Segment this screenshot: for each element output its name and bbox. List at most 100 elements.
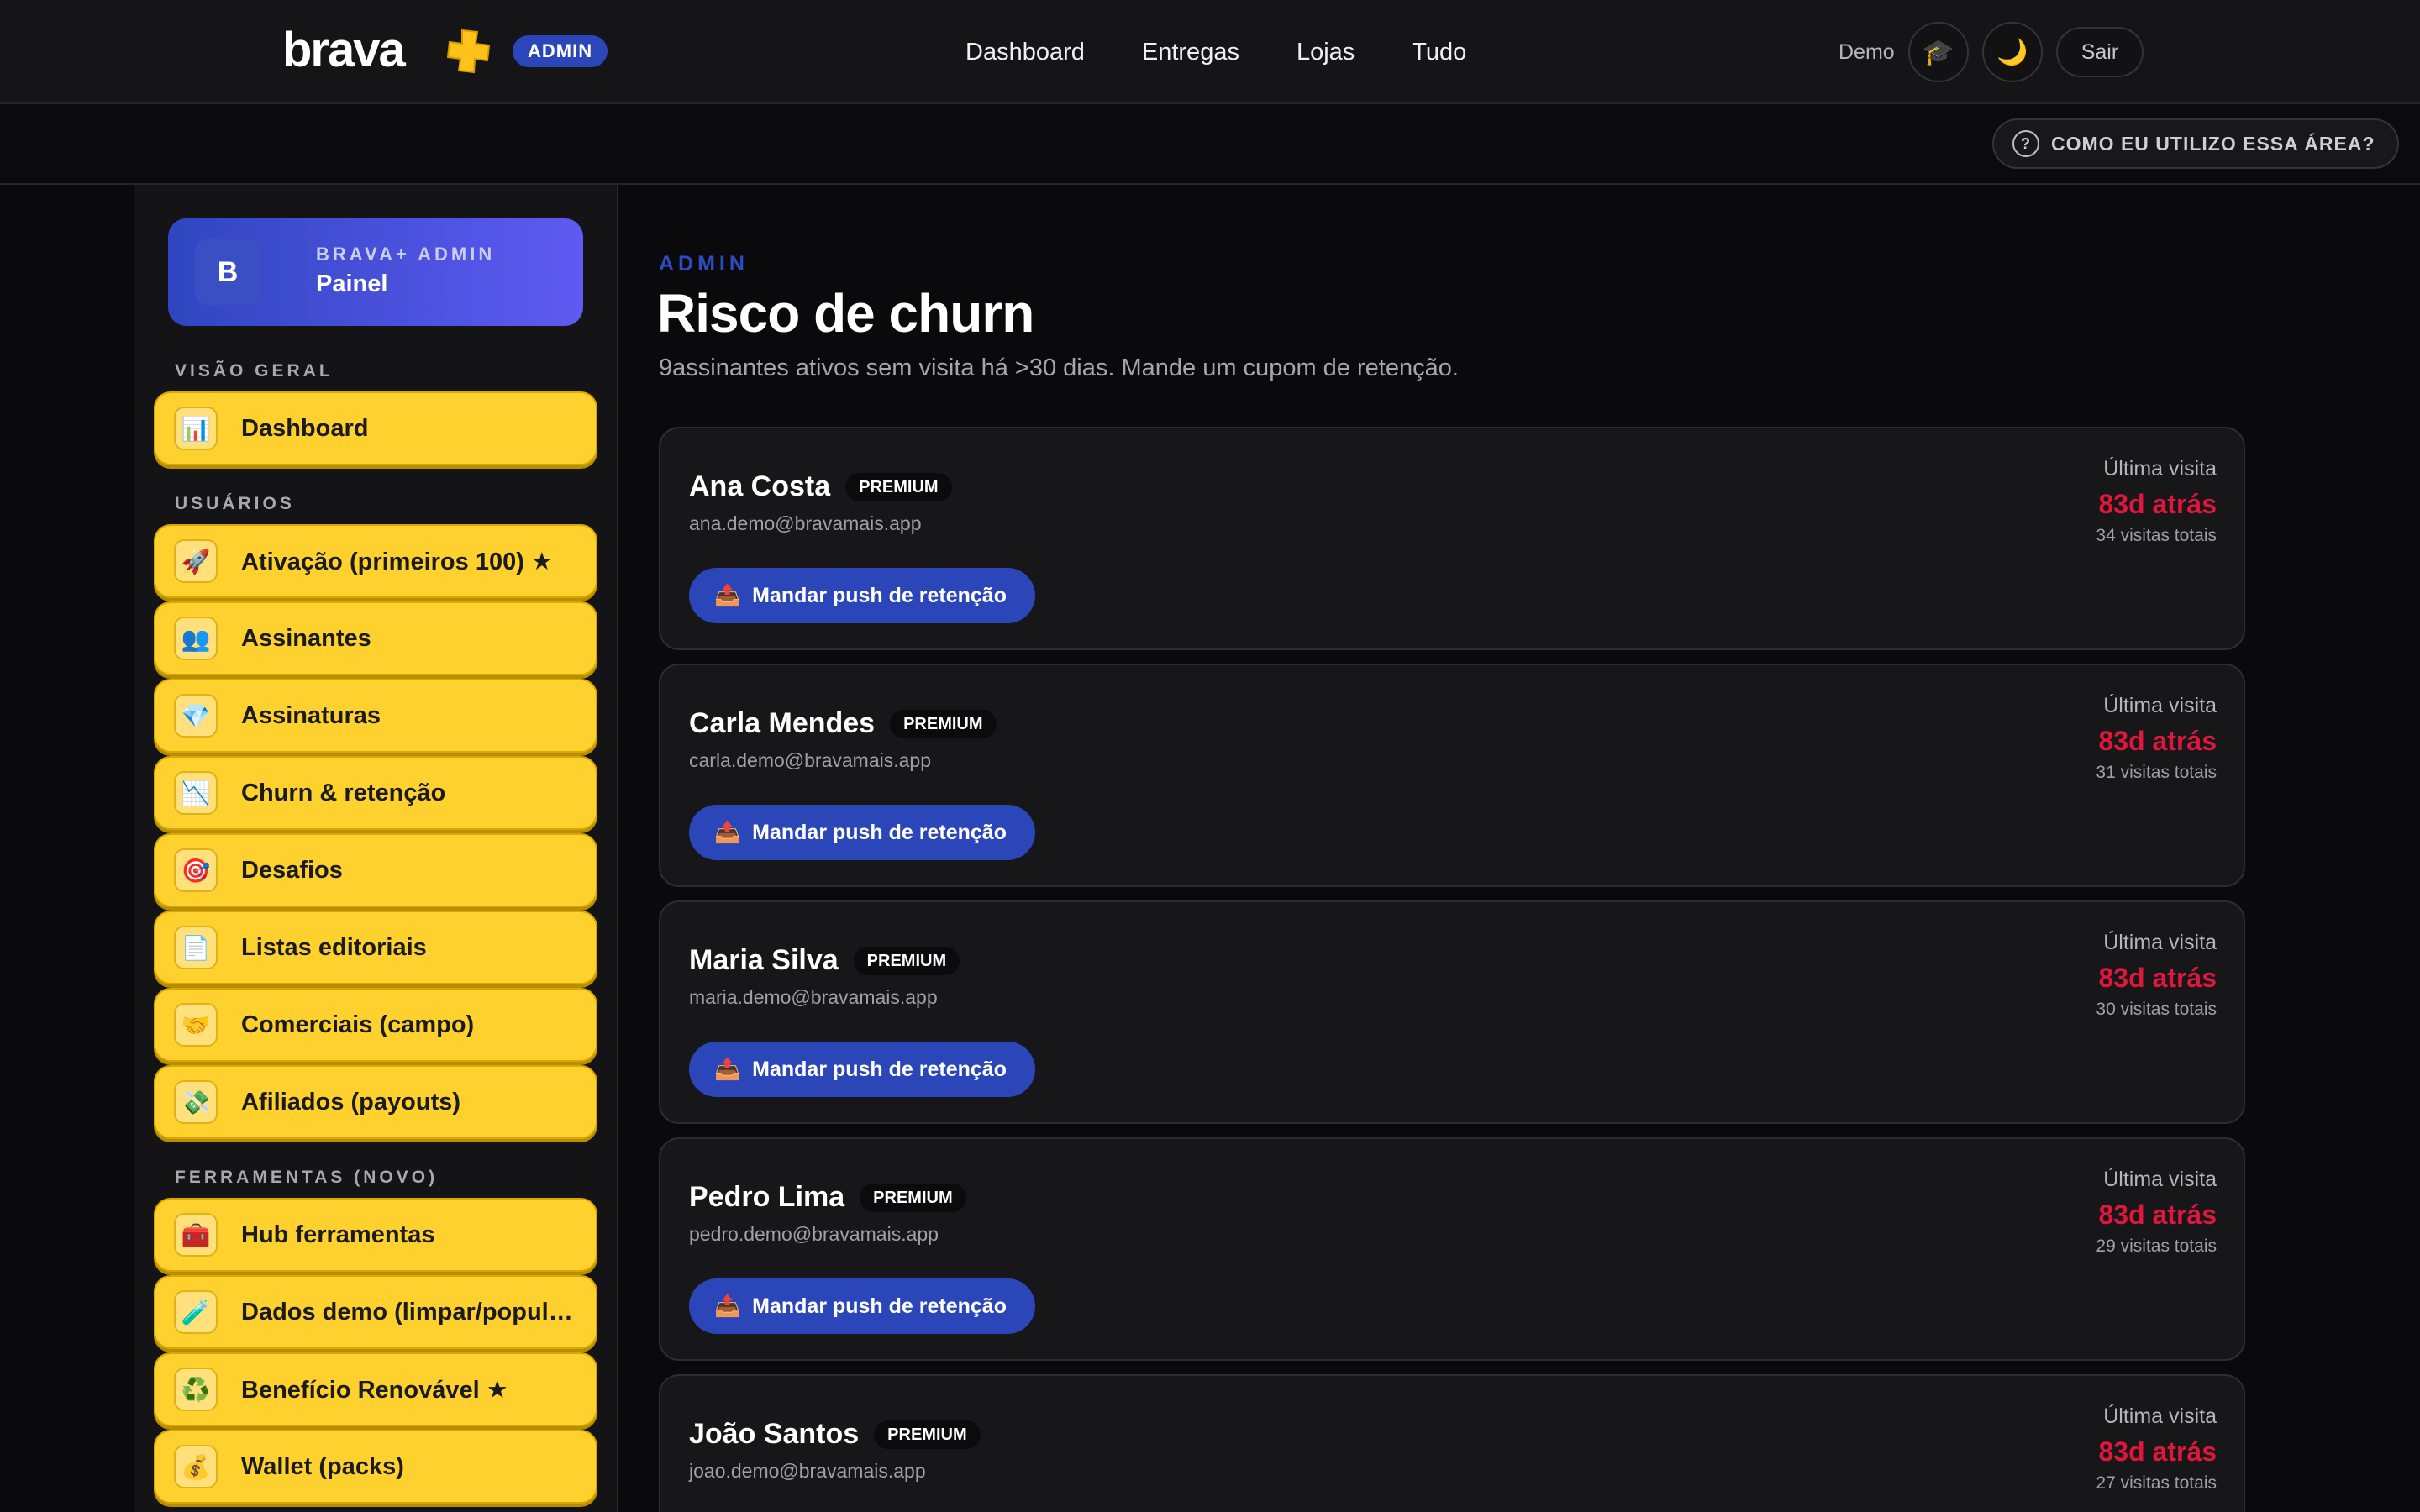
help-bar: ? COMO EU UTILIZO ESSA ÁREA? [0,104,2420,185]
main-nav: Dashboard Entregas Lojas Tudo [965,34,1466,71]
last-visit-value: 83d atrás [2098,1436,2217,1467]
page-kicker: ADMIN [659,252,749,276]
target-icon: 🎯 [174,848,218,892]
page-subtitle: 9assinantes ativos sem visita há >30 dia… [659,354,1459,381]
last-visit-value: 83d atrás [2098,489,2217,519]
send-push-button[interactable]: 📤 Mandar push de retenção [689,568,1035,623]
premium-badge: PREMIUM [845,472,952,501]
test-tube-icon: 🧪 [174,1290,218,1334]
premium-badge: PREMIUM [890,709,997,738]
plus-logo-icon [446,29,491,74]
top-navbar: brava ADMIN Dashboard Entregas Lojas Tud… [0,0,2420,104]
subscriber-email: joao.demo@bravamais.app [689,1460,926,1482]
total-visits: 29 visitas totais [2096,1236,2217,1256]
money-wings-icon: 💸 [174,1080,218,1124]
total-visits: 27 visitas totais [2096,1473,2217,1493]
outbox-icon: 📤 [714,1057,741,1081]
money-bag-icon: 💰 [174,1445,218,1488]
sidebar-item-desafios[interactable]: 🎯 Desafios [154,833,597,907]
sidebar-item-wallet[interactable]: 💰 Wallet (packs) [154,1430,597,1504]
sidebar-item-label: Wallet (packs) [241,1452,404,1480]
last-visit-label: Última visita [2103,694,2217,717]
subscriber-email: ana.demo@bravamais.app [689,512,922,534]
panel-card[interactable]: B BRAVA+ ADMIN Painel [168,218,583,326]
sidebar-item-label: Ativação (primeiros 100) ★ [241,548,553,575]
sidebar-item-label: Dados demo (limpar/popular) [241,1298,577,1326]
admin-badge: ADMIN [513,35,608,67]
subscriber-email: maria.demo@bravamais.app [689,986,938,1008]
sidebar-item-ativacao[interactable]: 🚀 Ativação (primeiros 100) ★ [154,524,597,598]
help-button[interactable]: ? COMO EU UTILIZO ESSA ÁREA? [1992,118,2399,169]
outbox-icon: 📤 [714,583,741,607]
bar-chart-icon: 📊 [174,407,218,450]
total-visits: 34 visitas totais [2096,526,2217,545]
sidebar-item-label: Assinaturas [241,701,381,729]
sidebar-item-dados-demo[interactable]: 🧪 Dados demo (limpar/popular) [154,1275,597,1349]
send-push-button[interactable]: 📤 Mandar push de retenção [689,1042,1035,1097]
sidebar-item-afiliados[interactable]: 💸 Afiliados (payouts) [154,1065,597,1139]
send-push-label: Mandar push de retenção [752,583,1007,607]
demo-label: Demo [1839,39,1895,64]
nav-lojas[interactable]: Lojas [1297,34,1355,71]
sidebar-item-label: Dashboard [241,414,369,442]
subscriber-email: pedro.demo@bravamais.app [689,1223,939,1245]
sidebar-item-label: Hub ferramentas [241,1221,435,1248]
sidebar-item-hub-ferramentas[interactable]: 🧰 Hub ferramentas [154,1198,597,1272]
question-icon: ? [2012,130,2039,157]
sidebar-item-comerciais[interactable]: 🤝 Comerciais (campo) [154,988,597,1062]
users-icon: 👥 [174,617,218,660]
premium-badge: PREMIUM [860,1183,966,1212]
send-push-button[interactable]: 📤 Mandar push de retenção [689,805,1035,860]
sidebar-item-assinaturas[interactable]: 💎 Assinaturas [154,679,597,753]
send-push-button[interactable]: 📤 Mandar push de retenção [689,1278,1035,1334]
sidebar: B BRAVA+ ADMIN Painel VISÃO GERAL 📊 Dash… [134,185,618,1512]
sidebar-item-assinantes[interactable]: 👥 Assinantes [154,601,597,675]
page-title: Risco de churn [657,283,1034,344]
subscriber-name: João Santos [689,1418,860,1450]
section-label-ferramentas: FERRAMENTAS (NOVO) [175,1168,439,1187]
gem-icon: 💎 [174,694,218,738]
moon-icon[interactable]: 🌙 [1981,22,2043,82]
sidebar-item-label: Churn & retenção [241,779,446,806]
sidebar-item-label: Afiliados (payouts) [241,1088,461,1116]
total-visits: 31 visitas totais [2096,763,2217,782]
nav-entregas[interactable]: Entregas [1142,34,1239,71]
logout-button[interactable]: Sair [2055,27,2144,77]
user-controls: Demo 🎓 🌙 Sair [1839,22,2144,82]
sidebar-item-listas[interactable]: 📄 Listas editoriais [154,911,597,984]
sidebar-item-beneficio[interactable]: ♻️ Benefício Renovável ★ [154,1352,597,1426]
send-push-label: Mandar push de retenção [752,1294,1007,1318]
nav-tudo[interactable]: Tudo [1412,34,1466,71]
nav-dashboard[interactable]: Dashboard [965,34,1085,71]
sidebar-item-label: Desafios [241,856,343,884]
send-push-label: Mandar push de retenção [752,1057,1007,1081]
outbox-icon: 📤 [714,1294,741,1318]
last-visit-label: Última visita [2103,1168,2217,1191]
churn-card: Pedro Lima PREMIUM pedro.demo@bravamais.… [659,1137,2245,1361]
last-visit-label: Última visita [2103,931,2217,954]
document-icon: 📄 [174,926,218,969]
sidebar-item-label: Listas editoriais [241,933,427,961]
premium-badge: PREMIUM [853,946,960,975]
last-visit-label: Última visita [2103,1404,2217,1428]
avatar: B [195,239,260,305]
sidebar-item-label: Benefício Renovável ★ [241,1376,508,1404]
sidebar-item-churn[interactable]: 📉 Churn & retenção [154,756,597,830]
graduation-cap-icon[interactable]: 🎓 [1907,22,1969,82]
sidebar-item-dashboard[interactable]: 📊 Dashboard [154,391,597,465]
sidebar-item-label: Assinantes [241,624,371,652]
brava-logo[interactable]: brava [282,25,406,76]
rocket-icon: 🚀 [174,539,218,583]
help-label: COMO EU UTILIZO ESSA ÁREA? [2051,132,2375,155]
last-visit-value: 83d atrás [2098,1200,2217,1230]
churn-card: Ana Costa PREMIUM ana.demo@bravamais.app… [659,427,2245,650]
subscriber-name: Carla Mendes [689,707,876,739]
recycle-icon: ♻️ [174,1368,218,1411]
panel-kicker: BRAVA+ ADMIN [316,244,496,265]
sidebar-item-label: Comerciais (campo) [241,1011,475,1038]
last-visit-value: 83d atrás [2098,726,2217,756]
section-label-visao-geral: VISÃO GERAL [175,361,334,381]
subscriber-name: Pedro Lima [689,1181,845,1213]
subscriber-name: Ana Costa [689,470,831,502]
subscriber-name: Maria Silva [689,944,839,976]
